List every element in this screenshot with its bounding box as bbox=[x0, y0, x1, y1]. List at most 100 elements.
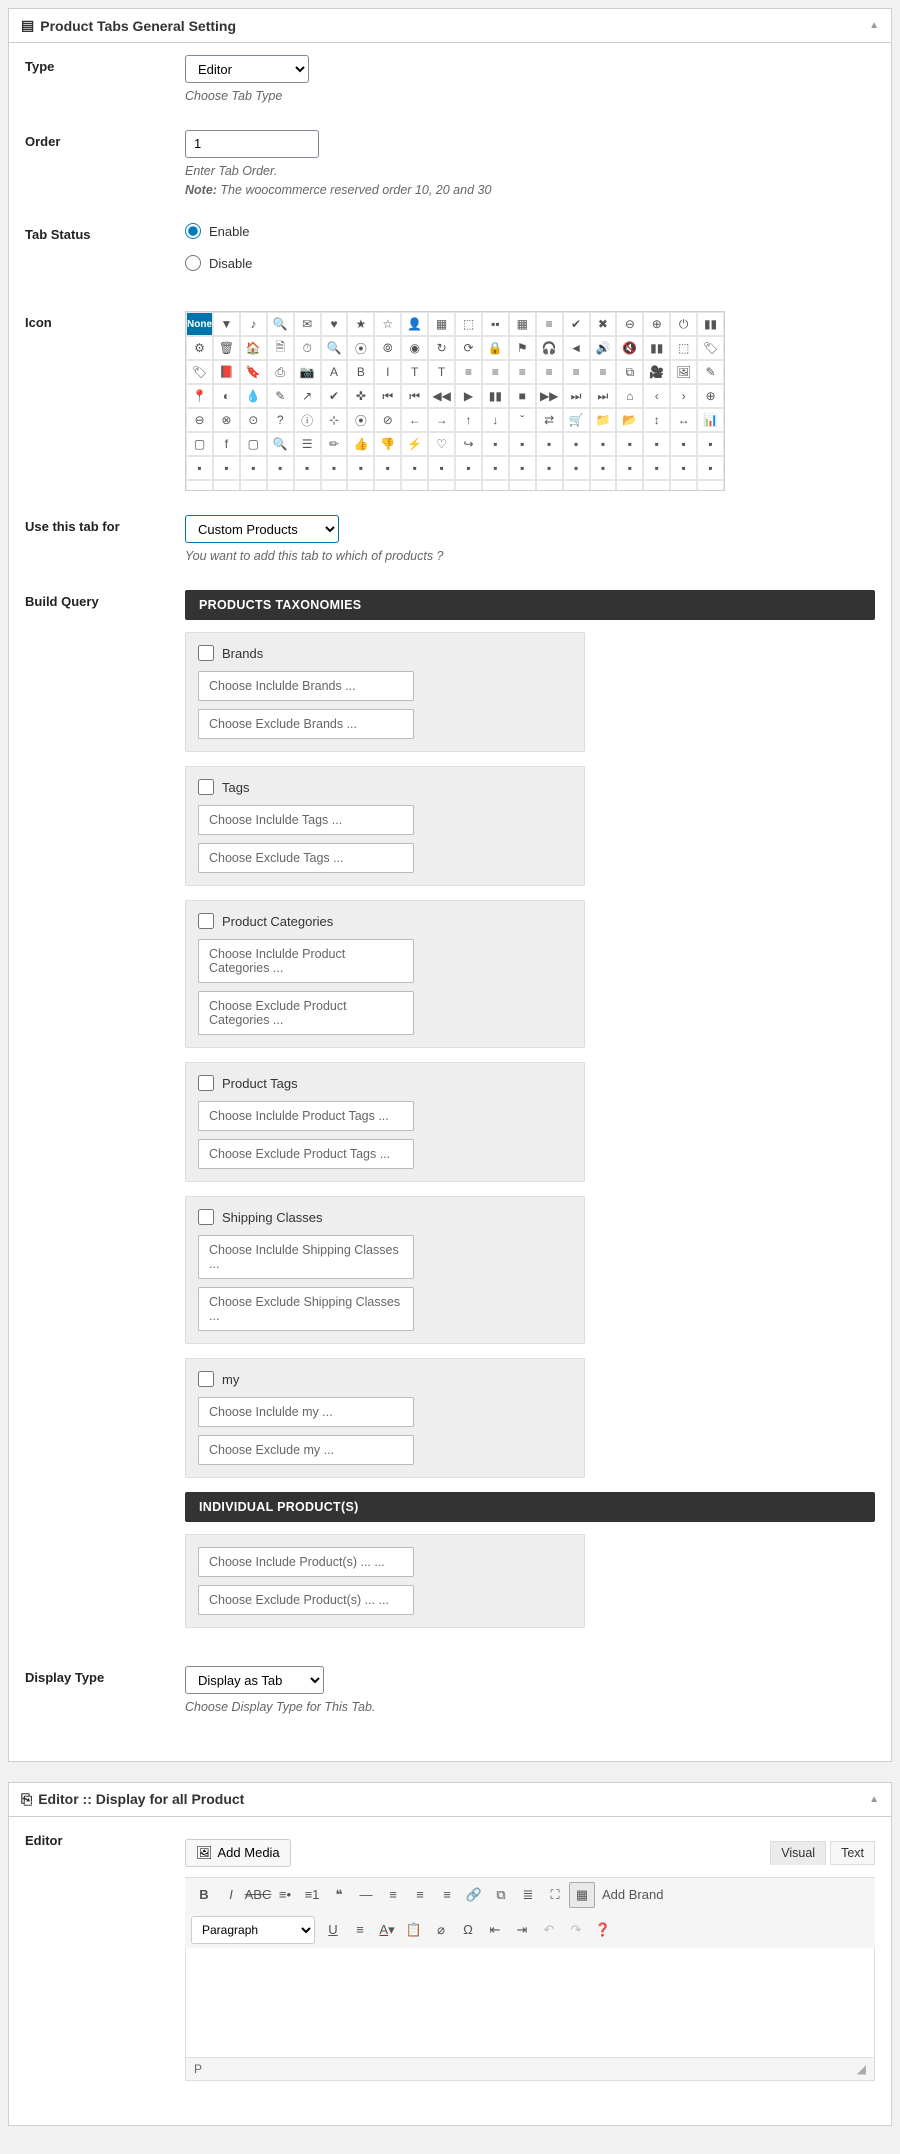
icon-option[interactable]: ▪ bbox=[186, 456, 213, 480]
icon-option[interactable]: ▪ bbox=[482, 480, 509, 491]
icon-option[interactable]: T bbox=[401, 360, 428, 384]
outdent-icon[interactable]: ⇤ bbox=[482, 1917, 508, 1943]
icon-option[interactable]: ≡ bbox=[563, 360, 590, 384]
icon-option[interactable]: ▪ bbox=[347, 456, 374, 480]
icon-option[interactable]: ▪ bbox=[374, 456, 401, 480]
icon-option[interactable]: 📷 bbox=[294, 360, 321, 384]
icon-option[interactable]: ▪ bbox=[401, 456, 428, 480]
include-input[interactable]: Choose Inclulde Tags ... bbox=[198, 805, 414, 835]
redo-icon[interactable]: ↷ bbox=[563, 1917, 589, 1943]
icon-option[interactable]: ▼ bbox=[213, 312, 240, 336]
icon-option[interactable]: ▪ bbox=[563, 432, 590, 456]
icon-option[interactable]: ✔ bbox=[321, 384, 348, 408]
icon-option[interactable]: ⏱ bbox=[294, 336, 321, 360]
icon-option[interactable]: ★ bbox=[347, 312, 374, 336]
icon-option[interactable]: ▪ bbox=[294, 456, 321, 480]
icon-option[interactable]: ⚡ bbox=[401, 432, 428, 456]
icon-option[interactable]: ▪ bbox=[374, 480, 401, 491]
icon-option[interactable]: ⎙ bbox=[267, 360, 294, 384]
icon-option[interactable]: ⚑ bbox=[509, 336, 536, 360]
status-enable[interactable]: Enable bbox=[185, 223, 875, 239]
icon-option[interactable]: 🔍 bbox=[267, 312, 294, 336]
icon-option[interactable]: ˇ bbox=[509, 408, 536, 432]
icon-option[interactable]: ▪ bbox=[590, 480, 617, 491]
icon-option[interactable]: ▪ bbox=[240, 480, 267, 491]
icon-option[interactable]: ⊹ bbox=[321, 408, 348, 432]
icon-option[interactable]: ✖ bbox=[590, 312, 617, 336]
taxonomy-checkbox[interactable]: my bbox=[198, 1371, 572, 1387]
include-input[interactable]: Choose Inclulde Product Categories ... bbox=[198, 939, 414, 983]
taxonomy-checkbox[interactable]: Product Categories bbox=[198, 913, 572, 929]
bold-icon[interactable]: B bbox=[191, 1882, 217, 1908]
icon-option[interactable]: ▪ bbox=[267, 480, 294, 491]
icon-option[interactable]: ▪ bbox=[455, 480, 482, 491]
icon-option[interactable]: ▪ bbox=[509, 480, 536, 491]
icon-option[interactable]: ▪ bbox=[482, 432, 509, 456]
icon-option[interactable]: ⊕ bbox=[643, 312, 670, 336]
icon-option[interactable]: ▪ bbox=[213, 456, 240, 480]
collapse-toggle[interactable]: ▲ bbox=[869, 20, 879, 31]
icon-option[interactable]: 🛒 bbox=[563, 408, 590, 432]
icon-option[interactable]: 📂 bbox=[616, 408, 643, 432]
icon-option[interactable]: 🏷 bbox=[697, 336, 724, 360]
text-color-icon[interactable]: A▾ bbox=[374, 1917, 400, 1943]
icon-option[interactable]: 🔍 bbox=[267, 432, 294, 456]
icon-option[interactable]: ▦ bbox=[428, 312, 455, 336]
icon-option[interactable]: ⏭ bbox=[590, 384, 617, 408]
icon-option[interactable]: 🗑 bbox=[213, 336, 240, 360]
strike-icon[interactable]: ABC bbox=[245, 1882, 271, 1908]
icon-option[interactable]: 👎 bbox=[374, 432, 401, 456]
add-brand-button[interactable]: Add Brand bbox=[602, 1887, 663, 1902]
icon-option[interactable]: 🔇 bbox=[616, 336, 643, 360]
icon-option[interactable]: ♡ bbox=[428, 432, 455, 456]
hr-icon[interactable]: — bbox=[353, 1882, 379, 1908]
icon-option[interactable]: ⏮ bbox=[401, 384, 428, 408]
icon-option[interactable]: ⊖ bbox=[186, 408, 213, 432]
icon-option[interactable]: ▪ bbox=[509, 432, 536, 456]
icon-option[interactable]: ‹ bbox=[643, 384, 670, 408]
icon-option[interactable]: ≡ bbox=[590, 360, 617, 384]
exclude-input[interactable]: Choose Exclude Product Tags ... bbox=[198, 1139, 414, 1169]
more-icon[interactable]: ≣ bbox=[515, 1882, 541, 1908]
icon-option[interactable]: ≡ bbox=[509, 360, 536, 384]
icon-option[interactable]: ▪ bbox=[536, 480, 563, 491]
icon-option[interactable]: 💧 bbox=[240, 384, 267, 408]
indent-icon[interactable]: ⇥ bbox=[509, 1917, 535, 1943]
icon-option[interactable]: ■ bbox=[509, 384, 536, 408]
icon-option[interactable]: ▪ bbox=[347, 480, 374, 491]
resize-handle[interactable]: ◢ bbox=[857, 2062, 866, 2076]
icon-option[interactable]: ▮▮ bbox=[482, 384, 509, 408]
icon-option[interactable]: ▪ bbox=[482, 456, 509, 480]
icon-option[interactable]: None bbox=[186, 312, 213, 336]
icon-option[interactable]: ▶▶ bbox=[536, 384, 563, 408]
include-input[interactable]: Choose Inclulde Shipping Classes ... bbox=[198, 1235, 414, 1279]
icon-option[interactable]: ↪ bbox=[455, 432, 482, 456]
include-input[interactable]: Choose Inclulde Product Tags ... bbox=[198, 1101, 414, 1131]
add-media-button[interactable]: 🖼Add Media bbox=[185, 1839, 291, 1867]
icon-option[interactable]: ▮▮ bbox=[643, 336, 670, 360]
include-input[interactable]: Choose Inclulde my ... bbox=[198, 1397, 414, 1427]
exclude-input[interactable]: Choose Exclude Tags ... bbox=[198, 843, 414, 873]
icon-option[interactable]: ⊖ bbox=[616, 312, 643, 336]
text-tab[interactable]: Text bbox=[830, 1841, 875, 1865]
icon-option[interactable]: ⟳ bbox=[455, 336, 482, 360]
icon-option[interactable]: ▪ bbox=[240, 456, 267, 480]
help-icon[interactable]: ❓ bbox=[590, 1917, 616, 1943]
icon-option[interactable]: ✏ bbox=[321, 432, 348, 456]
icon-option[interactable]: ▪ bbox=[509, 456, 536, 480]
icon-option[interactable]: 🏷 bbox=[186, 360, 213, 384]
italic-icon[interactable]: I bbox=[218, 1882, 244, 1908]
icon-option[interactable]: ⊙ bbox=[240, 408, 267, 432]
include-products-input[interactable]: Choose Include Product(s) ... ... bbox=[198, 1547, 414, 1577]
icon-option[interactable]: 🖼 bbox=[670, 360, 697, 384]
icon-option[interactable]: ☆ bbox=[374, 312, 401, 336]
icon-option[interactable]: 📍 bbox=[186, 384, 213, 408]
quote-icon[interactable]: ❝ bbox=[326, 1882, 352, 1908]
icon-option[interactable]: ? bbox=[267, 408, 294, 432]
icon-option[interactable]: ▪ bbox=[401, 480, 428, 491]
align-center-icon[interactable]: ≡ bbox=[407, 1882, 433, 1908]
icon-option[interactable]: → bbox=[428, 408, 455, 432]
icon-option[interactable]: 👤 bbox=[401, 312, 428, 336]
icon-option[interactable]: ▪ bbox=[590, 456, 617, 480]
icon-option[interactable]: ◄ bbox=[563, 336, 590, 360]
